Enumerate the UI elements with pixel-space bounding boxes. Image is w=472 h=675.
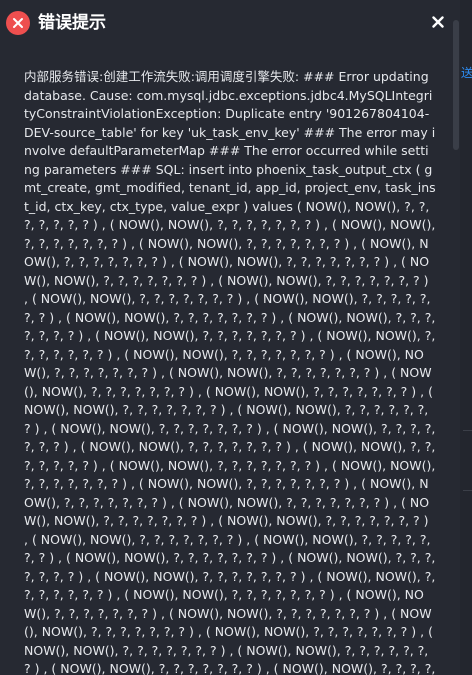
scrollbar-thumb[interactable] (453, 20, 459, 150)
close-icon (432, 16, 444, 28)
error-message: 内部服务错误:创建工作流失败:调用调度引擎失败: ### Error updat… (24, 69, 436, 675)
dialog-header: 错误提示 (0, 0, 460, 46)
dialog-scrollbar[interactable] (452, 0, 460, 675)
background-link-fragment[interactable]: 送 (461, 66, 472, 80)
error-dialog: 错误提示 内部服务错误:创建工作流失败:调用调度引擎失败: ### Error … (0, 0, 460, 675)
background-divider (463, 490, 472, 491)
background-app-strip: 送 (460, 0, 472, 675)
dialog-title: 错误提示 (38, 13, 106, 33)
close-button[interactable] (424, 9, 452, 35)
background-divider (463, 430, 472, 431)
page: 送 错误提示 内部服务错误:创建工作流失败:调用调度引擎失败: ### Erro… (0, 0, 472, 675)
error-circle-icon (6, 11, 30, 35)
